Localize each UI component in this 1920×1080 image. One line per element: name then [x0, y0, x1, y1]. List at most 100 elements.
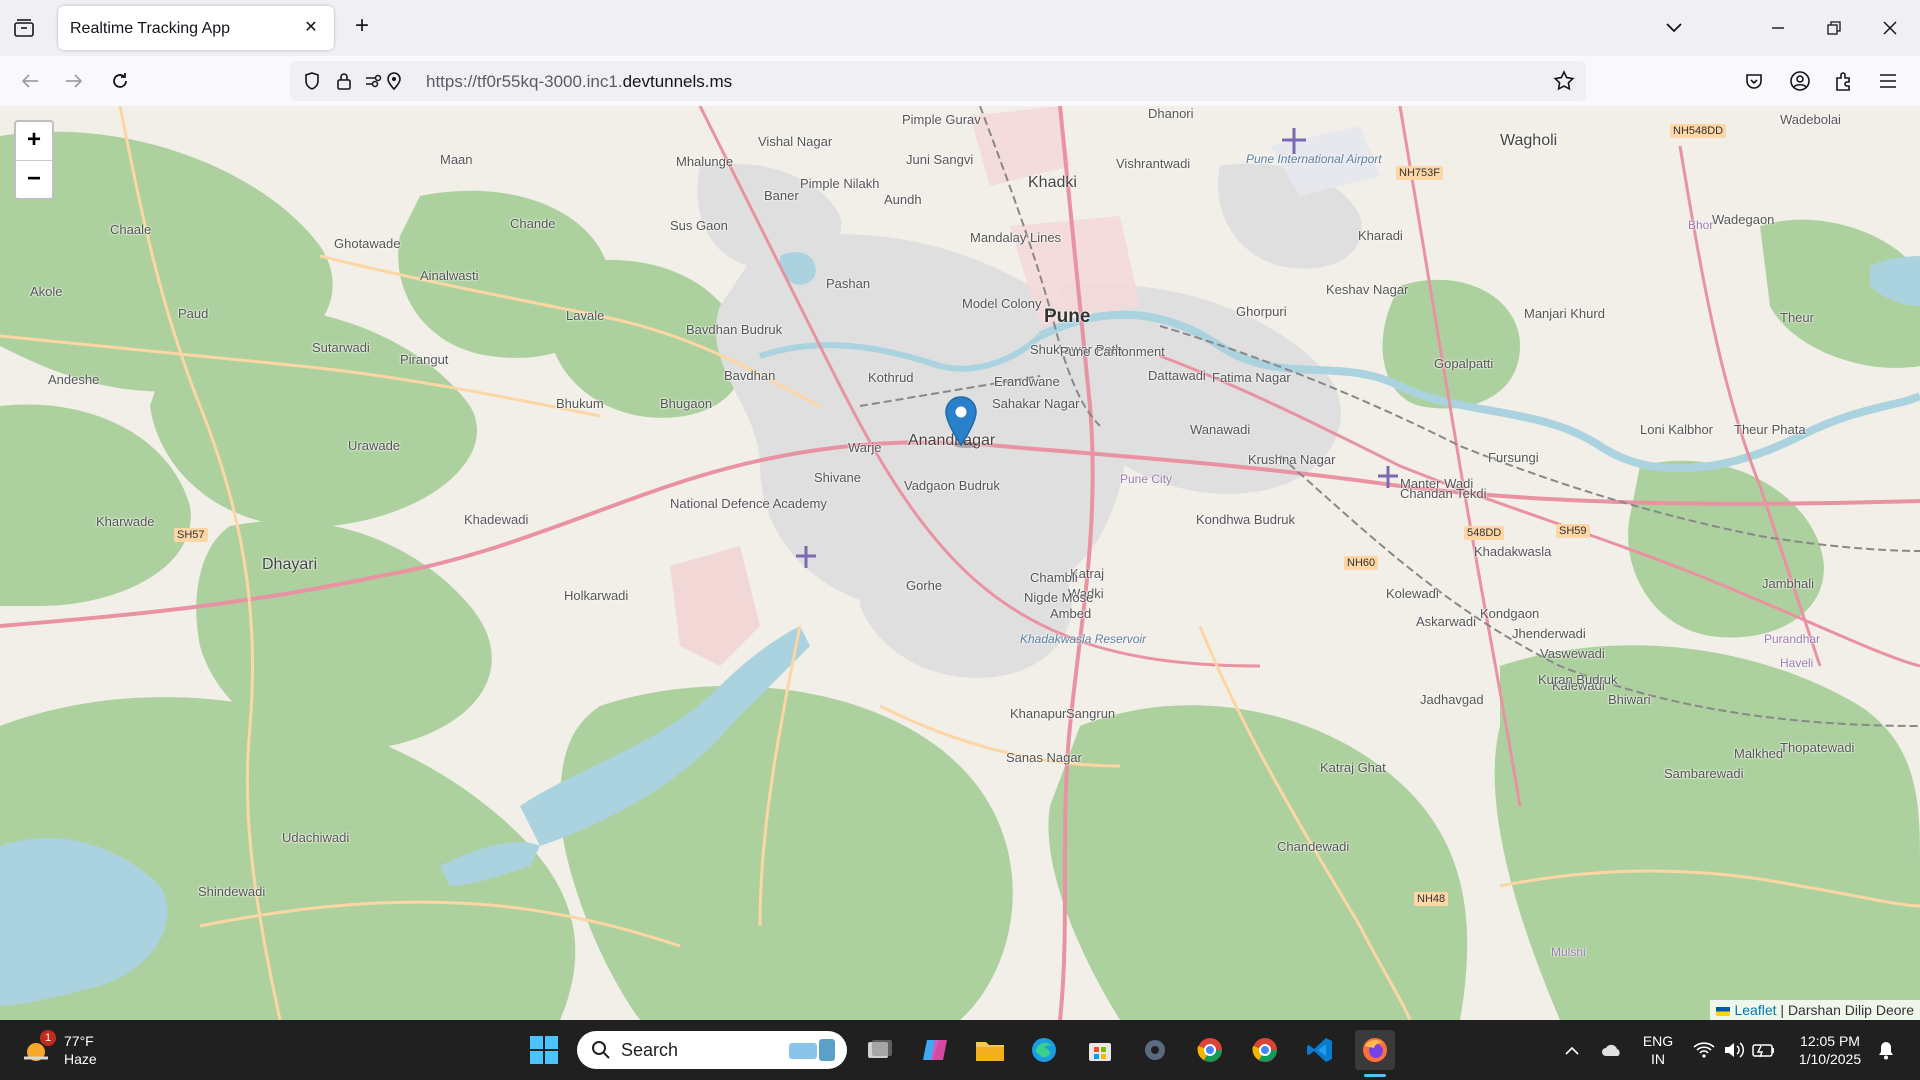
map-place-label: Pirangut	[400, 352, 449, 367]
map-place-label: Ghorpuri	[1236, 304, 1287, 319]
map-place-label: NH753F	[1396, 166, 1443, 180]
chrome-icon-2[interactable]	[1245, 1030, 1285, 1070]
browser-tab-bar: Realtime Tracking App ✕ +	[0, 0, 1920, 56]
close-window-icon[interactable]	[1874, 12, 1906, 44]
hamburger-menu-icon[interactable]	[1872, 65, 1904, 97]
map-place-label: Sambarewadi	[1664, 766, 1744, 781]
map-place-label: Juni Sangvi	[906, 152, 974, 167]
language-code: ENG	[1642, 1033, 1674, 1049]
map-place-label: Keshav Nagar	[1326, 282, 1409, 297]
url-domain: devtunnels.ms	[622, 72, 733, 91]
language-indicator[interactable]: ENG IN	[1640, 1032, 1676, 1068]
map-place-label: Jhenderwadi	[1512, 626, 1586, 641]
microsoft-store-icon[interactable]	[1080, 1030, 1120, 1070]
tab-title: Realtime Tracking App	[70, 20, 231, 37]
lock-icon[interactable]	[328, 65, 360, 97]
notification-bell-icon[interactable]	[1866, 1030, 1906, 1070]
url-bar[interactable]: https://tf0r55kq-3000.inc1.devtunnels.ms	[290, 61, 1586, 101]
zoom-control: + −	[14, 120, 54, 200]
map-place-label: Theur Phata	[1734, 422, 1806, 437]
location-permission-icon[interactable]	[378, 65, 410, 97]
reload-icon[interactable]	[104, 65, 136, 97]
attribution-author: Darshan Dilip Deore	[1787, 1002, 1914, 1018]
vscode-icon[interactable]	[1300, 1030, 1340, 1070]
map-place-label: Wadegaon	[1712, 212, 1775, 227]
battery-icon[interactable]	[1744, 1030, 1784, 1070]
weather-desc: Haze	[64, 1051, 97, 1067]
zoom-out-button[interactable]: −	[16, 161, 52, 199]
map-place-label: Kharadi	[1358, 228, 1403, 243]
map-place-label: Kharwade	[96, 514, 155, 529]
weather-widget[interactable]: 1 77°F Haze	[20, 1028, 130, 1072]
zoom-in-button[interactable]: +	[16, 122, 52, 161]
map-place-label: Pune	[1044, 306, 1091, 327]
map-place-label: 548DD	[1464, 526, 1505, 540]
map-place-label: Pune City	[1120, 472, 1173, 486]
new-tab-button[interactable]: +	[348, 12, 376, 40]
edge-browser-icon[interactable]	[1024, 1030, 1064, 1070]
tab-close-icon[interactable]: ✕	[298, 15, 324, 41]
map-place-label: Chaale	[110, 222, 152, 237]
map-place-label: Urawade	[348, 438, 401, 453]
search-label: Search	[621, 1040, 679, 1060]
map-place-label: Bavdhan Budruk	[686, 322, 783, 337]
copilot-icon[interactable]	[915, 1030, 955, 1070]
firefox-icon[interactable]	[1355, 1030, 1395, 1070]
map-place-label: Bavdhan	[724, 368, 776, 383]
back-arrow-icon[interactable]	[14, 65, 46, 97]
tracking-protection-shield-icon[interactable]	[296, 65, 328, 97]
map-place-label: Khadakwasla	[1474, 544, 1552, 559]
map-place-label: Vishal Nagar	[758, 134, 833, 149]
map-place-label: Baner	[764, 188, 799, 203]
browser-tab-active[interactable]: Realtime Tracking App ✕	[58, 6, 334, 50]
file-explorer-icon[interactable]	[970, 1030, 1010, 1070]
minimize-window-icon[interactable]	[1762, 12, 1794, 44]
map-place-label: Nigde Mose	[1024, 590, 1094, 605]
map-place-label: Pune Cantonment	[1060, 344, 1165, 359]
weather-temp: 77°F	[64, 1033, 94, 1049]
map-container[interactable]: Vishal Nagar Pimple Gurav Dhanori Wagholi Wa…	[0, 106, 1920, 1020]
url-text[interactable]: https://tf0r55kq-3000.inc1.devtunnels.ms	[426, 72, 732, 92]
map-place-label: NH548DD	[1670, 124, 1727, 138]
region-code: IN	[1651, 1051, 1665, 1067]
settings-gear-icon[interactable]	[1135, 1030, 1175, 1070]
show-hidden-icons-chevron-icon[interactable]	[1552, 1030, 1592, 1070]
tab-manager-icon[interactable]	[8, 12, 40, 44]
extensions-icon[interactable]	[1828, 65, 1860, 97]
map-place-label: Pune International Airport	[1246, 152, 1382, 166]
restore-window-icon[interactable]	[1818, 12, 1850, 44]
map-place-label: Mulshi	[1551, 945, 1586, 959]
pocket-icon[interactable]	[1738, 65, 1770, 97]
location-marker-icon[interactable]	[944, 396, 978, 448]
chrome-icon-1[interactable]	[1190, 1030, 1230, 1070]
taskbar-search-box[interactable]: Search	[577, 1031, 847, 1069]
onedrive-cloud-icon[interactable]	[1592, 1030, 1632, 1070]
leaflet-link[interactable]: Leaflet	[1734, 1002, 1776, 1018]
map-place-label: Sahakar Nagar	[992, 396, 1080, 411]
map-place-label: Bhugaon	[660, 396, 713, 411]
clock-time: 12:05 PM	[1800, 1033, 1860, 1049]
map-place-label: Gorhe	[906, 578, 943, 593]
map-place-label: Fatima Nagar	[1212, 370, 1291, 385]
task-view-icon[interactable]	[860, 1030, 900, 1070]
map-place-label: Kondgaon	[1480, 606, 1540, 621]
start-windows-icon[interactable]	[524, 1030, 564, 1070]
clock[interactable]: 12:05 PM 1/10/2025	[1790, 1032, 1870, 1068]
map-place-label: Vadgaon Budruk	[904, 478, 1000, 493]
map-place-label: National Defence Academy	[670, 496, 827, 511]
forward-arrow-icon[interactable]	[58, 65, 90, 97]
map-place-label: Chandewadi	[1277, 839, 1350, 854]
map-place-label: Aundh	[884, 192, 922, 207]
map-place-label: Pimple Gurav	[902, 112, 981, 127]
map-place-label: Khanapur	[1010, 706, 1067, 721]
account-icon[interactable]	[1784, 65, 1816, 97]
list-all-tabs-chevron-icon[interactable]	[1658, 12, 1690, 44]
bookmark-star-icon[interactable]	[1548, 65, 1580, 97]
map-place-label: Shivane	[814, 470, 861, 485]
map-place-label: Khadakwasla Reservoir	[1020, 632, 1147, 646]
map-place-label: Chande	[510, 216, 556, 231]
map-place-label: Khadewadi	[464, 512, 529, 527]
map-place-label: Kothrud	[868, 370, 914, 385]
map-place-label: Wanawadi	[1190, 422, 1251, 437]
search-highlight-icon	[787, 1037, 839, 1063]
